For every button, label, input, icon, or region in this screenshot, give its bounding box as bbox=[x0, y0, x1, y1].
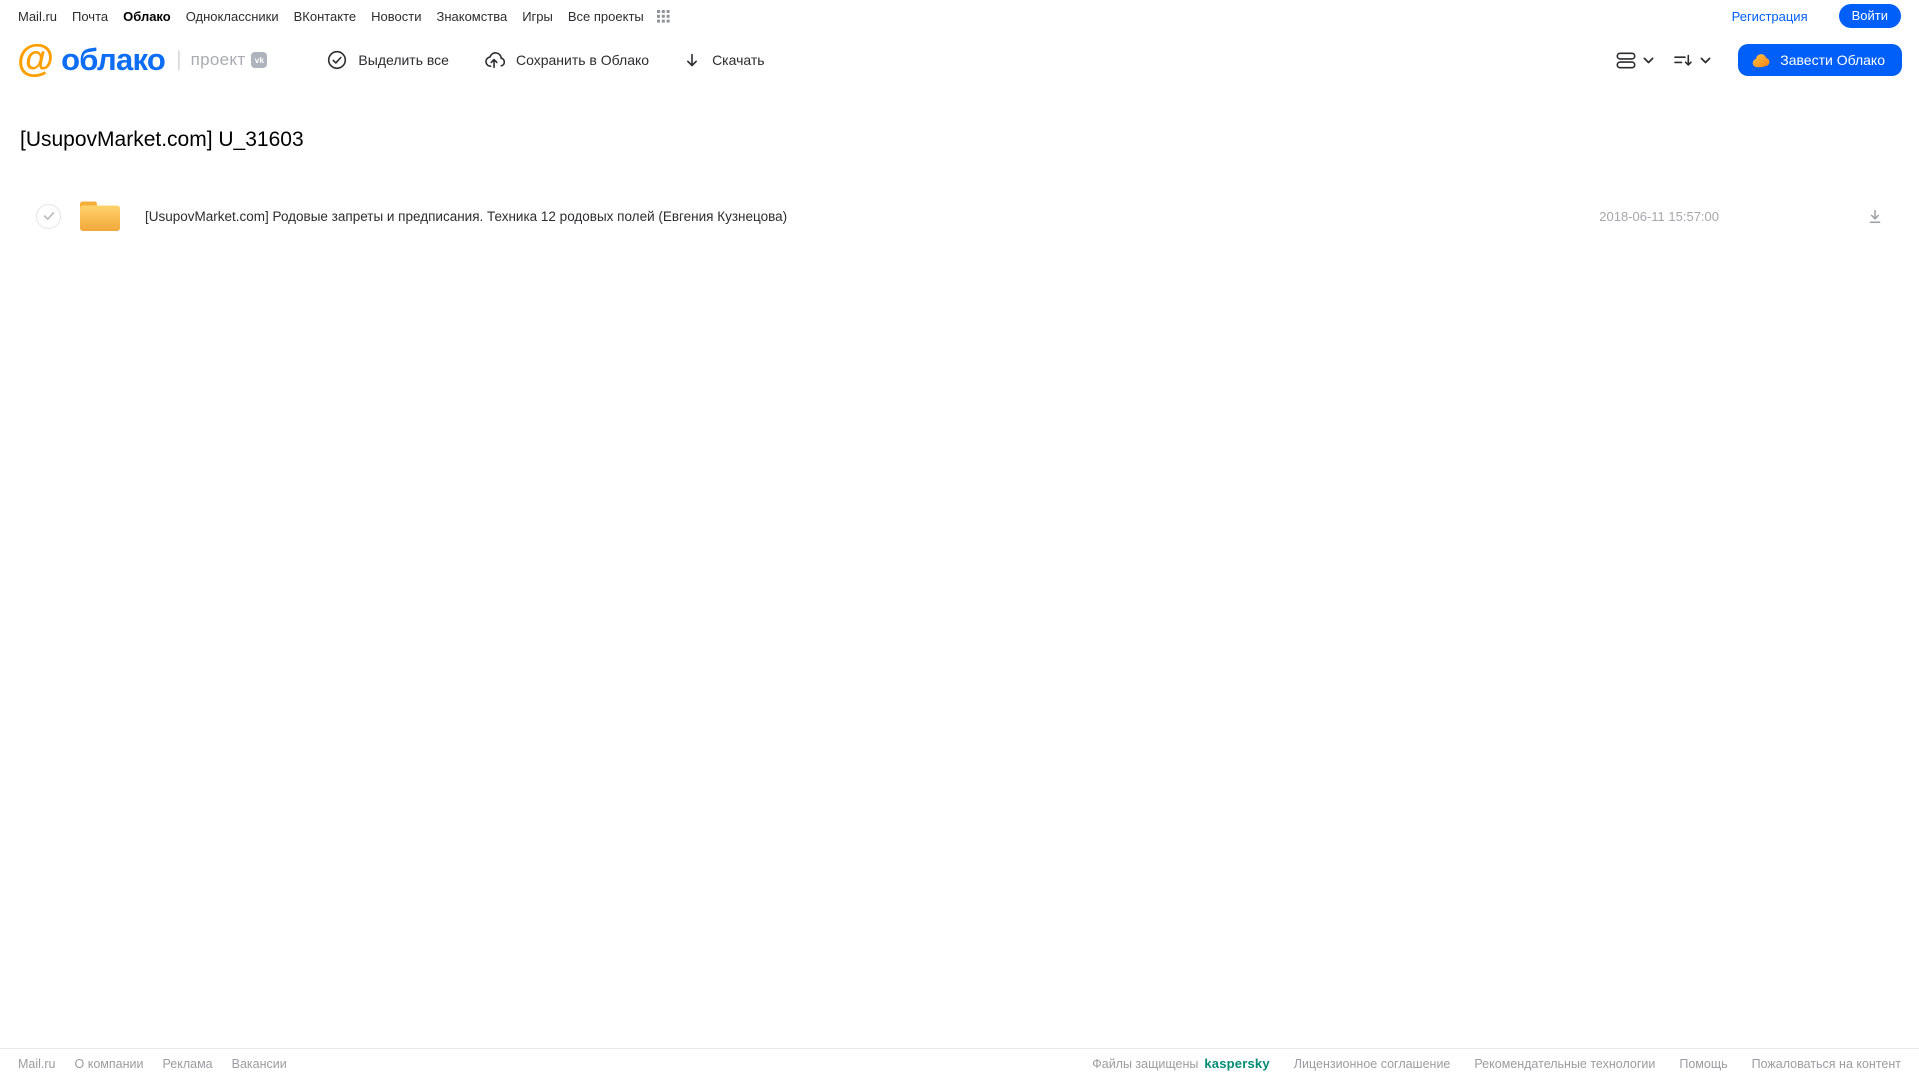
create-cloud-button[interactable]: Завести Облако bbox=[1738, 44, 1902, 76]
logo-project-label: проект bbox=[190, 50, 246, 69]
portal-nav: Mail.ru Почта Облако Одноклассники ВКонт… bbox=[0, 0, 1919, 30]
footer-link-about[interactable]: О компании bbox=[75, 1057, 144, 1071]
footer: Mail.ru О компании Реклама Вакансии Файл… bbox=[0, 1048, 1919, 1079]
cloud-icon bbox=[1751, 53, 1771, 68]
kaspersky-logo: kaspersky bbox=[1204, 1056, 1270, 1071]
portal-link-mailru[interactable]: Mail.ru bbox=[18, 9, 57, 24]
file-name: [UsupovMarket.com] Родовые запреты и пре… bbox=[145, 208, 788, 224]
download-icon[interactable] bbox=[1867, 208, 1883, 225]
mailru-at-icon: @ bbox=[17, 38, 55, 80]
portal-link-dating[interactable]: Знакомства bbox=[436, 9, 507, 24]
footer-link-help[interactable]: Помощь bbox=[1679, 1057, 1727, 1071]
header-right-controls: Завести Облако bbox=[1614, 44, 1902, 76]
footer-link-license[interactable]: Лицензионное соглашение bbox=[1294, 1057, 1451, 1071]
logo-wordmark: облако bbox=[61, 42, 166, 77]
folder-icon bbox=[78, 198, 122, 234]
chevron-down-icon bbox=[1700, 57, 1711, 64]
toolbar: Выделить все Сохранить в Облако Скачать bbox=[327, 50, 765, 70]
cloud-logo[interactable]: @ облако | проект vk bbox=[17, 38, 268, 80]
file-date: 2018-06-11 15:57:00 bbox=[1599, 208, 1719, 224]
footer-link-ads[interactable]: Реклама bbox=[162, 1057, 212, 1071]
apps-grid-icon[interactable] bbox=[656, 9, 670, 23]
portal-link-mail[interactable]: Почта bbox=[72, 9, 108, 24]
select-all-label: Выделить все bbox=[358, 52, 449, 68]
save-to-cloud-label: Сохранить в Облако bbox=[515, 52, 650, 68]
save-to-cloud-button[interactable]: Сохранить в Облако bbox=[483, 50, 649, 70]
login-button[interactable]: Войти bbox=[1838, 4, 1901, 28]
select-all-button[interactable]: Выделить все bbox=[327, 50, 449, 70]
footer-right-links: Файлы защищены kaspersky Лицензионное со… bbox=[1092, 1056, 1901, 1071]
footer-link-report-content[interactable]: Пожаловаться на контент bbox=[1752, 1057, 1901, 1071]
check-circle-icon bbox=[327, 50, 347, 70]
portal-link-cloud[interactable]: Облако bbox=[123, 9, 171, 24]
portal-link-games[interactable]: Игры bbox=[522, 9, 553, 24]
portal-link-vkontakte[interactable]: ВКонтакте bbox=[294, 9, 357, 24]
footer-left-links: Mail.ru О компании Реклама Вакансии bbox=[18, 1057, 287, 1071]
row-checkbox[interactable] bbox=[36, 203, 61, 229]
rows-view-icon bbox=[1616, 51, 1636, 69]
header: @ облако | проект vk Выделить все Сохран… bbox=[0, 30, 1919, 90]
portal-link-all-projects[interactable]: Все проекты bbox=[568, 9, 644, 24]
arrow-down-icon bbox=[683, 51, 701, 70]
portal-link-news[interactable]: Новости bbox=[371, 9, 421, 24]
sort-dropdown[interactable] bbox=[1671, 49, 1713, 72]
portal-link-odnoklassniki[interactable]: Одноклассники bbox=[186, 9, 279, 24]
cloud-upload-icon bbox=[483, 50, 505, 70]
protected-label: Файлы защищены bbox=[1092, 1056, 1199, 1071]
main-content: [UsupovMarket.com] U_31603 [UsupovMarket… bbox=[0, 90, 1919, 1048]
register-link[interactable]: Регистрация bbox=[1732, 9, 1808, 24]
view-mode-dropdown[interactable] bbox=[1614, 48, 1656, 73]
download-label: Скачать bbox=[712, 52, 765, 68]
footer-link-jobs[interactable]: Вакансии bbox=[232, 1057, 287, 1071]
page-title: [UsupovMarket.com] U_31603 bbox=[20, 128, 304, 151]
logo-divider: | bbox=[176, 48, 182, 71]
file-row[interactable]: [UsupovMarket.com] Родовые запреты и пре… bbox=[0, 188, 1919, 244]
footer-link-recommendation-tech[interactable]: Рекомендательные технологии bbox=[1474, 1057, 1655, 1071]
create-cloud-label: Завести Облако bbox=[1780, 52, 1885, 68]
chevron-down-icon bbox=[1643, 57, 1654, 64]
download-button[interactable]: Скачать bbox=[683, 51, 765, 70]
vk-logo-icon: vk bbox=[251, 52, 268, 68]
file-list: [UsupovMarket.com] Родовые запреты и пре… bbox=[0, 188, 1919, 244]
footer-link-mailru[interactable]: Mail.ru bbox=[18, 1057, 56, 1071]
sort-arrow-icon bbox=[1673, 53, 1693, 68]
kaspersky-protection: Файлы защищены kaspersky bbox=[1092, 1056, 1270, 1071]
